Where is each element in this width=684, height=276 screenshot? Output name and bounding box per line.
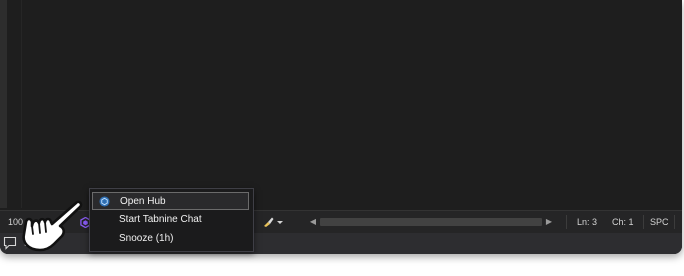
line-indicator[interactable]: Ln: 3 bbox=[577, 211, 617, 233]
scroll-left-arrow-icon[interactable]: ◀ bbox=[308, 211, 318, 233]
tabnine-context-menu: Open Hub Start Tabnine Chat Snooze (1h) bbox=[89, 188, 254, 252]
line-number-gutter bbox=[7, 0, 22, 208]
menu-item-label: Start Tabnine Chat bbox=[119, 214, 202, 225]
column-indicator[interactable]: Ch: 1 bbox=[612, 211, 652, 233]
divider bbox=[674, 215, 675, 229]
horizontal-scrollbar[interactable] bbox=[320, 218, 542, 226]
code-cleanup-brush-icon[interactable] bbox=[262, 211, 286, 233]
left-margin bbox=[0, 0, 7, 208]
menu-item-snooze[interactable]: Snooze (1h) bbox=[92, 230, 249, 248]
menu-item-start-tabnine-chat[interactable]: Start Tabnine Chat bbox=[92, 211, 249, 229]
tabnine-hub-icon bbox=[99, 196, 110, 207]
whitespace-mode[interactable]: SPC bbox=[650, 211, 672, 233]
divider bbox=[566, 215, 567, 229]
scroll-right-arrow-icon[interactable]: ▶ bbox=[544, 211, 554, 233]
divider bbox=[643, 215, 644, 229]
menu-item-label: Open Hub bbox=[120, 196, 166, 207]
pointing-hand-cursor-icon bbox=[22, 200, 83, 252]
menu-item-open-hub[interactable]: Open Hub bbox=[92, 192, 249, 210]
menu-item-label: Snooze (1h) bbox=[119, 233, 174, 244]
code-editor[interactable] bbox=[22, 0, 682, 208]
